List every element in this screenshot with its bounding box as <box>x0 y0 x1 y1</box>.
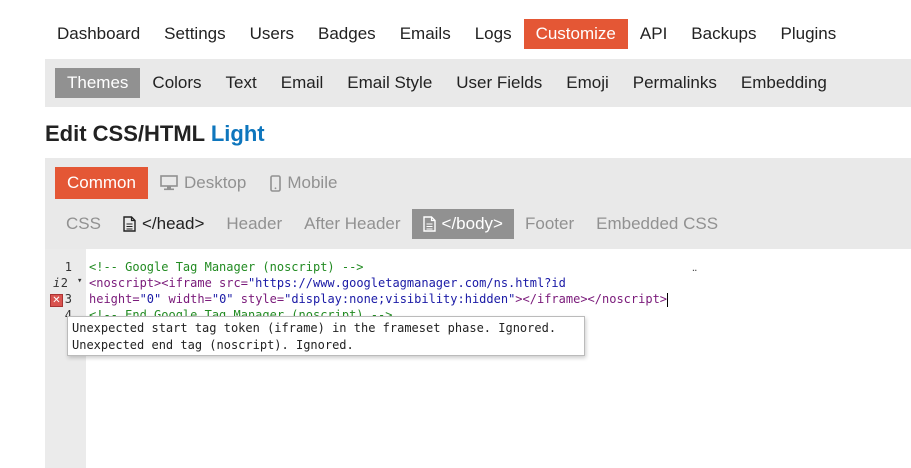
nav-customize[interactable]: Customize <box>523 19 628 49</box>
tab-body[interactable]: </body> <box>411 209 514 239</box>
fold-arrow-icon[interactable]: ▾ <box>77 276 82 286</box>
tab-after-header-label: After Header <box>304 214 401 233</box>
theme-name-link[interactable]: Light <box>211 121 265 146</box>
subnav-permalinks[interactable]: Permalinks <box>621 68 729 98</box>
tab-mobile-label: Mobile <box>287 173 338 192</box>
line-number: 2 <box>60 276 68 290</box>
file-icon <box>123 216 136 232</box>
code-token: height= <box>89 292 140 306</box>
code-token: <noscript> <box>89 276 162 290</box>
admin-nav: Dashboard Settings Users Badges Emails L… <box>45 19 848 49</box>
code-token: width= <box>161 292 212 306</box>
mobile-icon <box>270 174 282 192</box>
tooltip-message-1: Unexpected start tag token (iframe) in t… <box>72 321 557 335</box>
code-line-1: <!-- Google Tag Manager (noscript) --> <box>89 260 364 274</box>
code-token: "display:none;visibility:hidden" <box>284 292 516 306</box>
text-cursor <box>667 292 669 307</box>
nav-dashboard[interactable]: Dashboard <box>45 19 152 49</box>
code-token: src= <box>211 276 248 290</box>
info-icon: i <box>53 276 61 290</box>
desktop-icon <box>160 175 178 191</box>
tab-common-label: Common <box>67 173 136 192</box>
tab-mobile[interactable]: Mobile <box>258 167 349 199</box>
tab-common[interactable]: Common <box>55 167 148 199</box>
tab-embedded-css[interactable]: Embedded CSS <box>585 209 729 239</box>
tooltip-message-2: Unexpected end tag (noscript). Ignored. <box>72 338 354 352</box>
subnav-colors[interactable]: Colors <box>140 68 213 98</box>
code-token: "0" <box>211 292 234 306</box>
page-title-prefix: Edit CSS/HTML <box>45 121 205 146</box>
subnav-user-fields[interactable]: User Fields <box>444 68 554 98</box>
tab-after-header[interactable]: After Header <box>293 209 411 239</box>
tab-css-label: CSS <box>66 214 101 233</box>
tab-head-label: </head> <box>141 214 205 233</box>
nav-users[interactable]: Users <box>238 19 306 49</box>
line-number: 1 <box>64 260 72 274</box>
code-line-3: height="0" width="0" style="display:none… <box>89 292 669 307</box>
tab-header[interactable]: Header <box>215 209 293 239</box>
subnav-email[interactable]: Email <box>269 68 336 98</box>
tab-desktop-label: Desktop <box>183 173 247 192</box>
nav-emails[interactable]: Emails <box>388 19 463 49</box>
code-token: <iframe <box>161 276 212 290</box>
customize-subnav: Themes Colors Text Email Email Style Use… <box>45 59 911 107</box>
error-icon[interactable]: ✕ <box>50 294 63 307</box>
nav-badges[interactable]: Badges <box>306 19 388 49</box>
target-tabs: Common Desktop Mobile <box>55 167 349 199</box>
code-line-2: <noscript><iframe src="https://www.googl… <box>89 276 566 290</box>
subnav-embedding[interactable]: Embedding <box>729 68 839 98</box>
code-token: ></iframe></noscript> <box>515 292 668 306</box>
file-icon <box>422 216 436 232</box>
tab-footer-label: Footer <box>524 214 575 233</box>
subnav-text[interactable]: Text <box>214 68 269 98</box>
tab-body-label: </body> <box>441 214 503 233</box>
subnav-email-style[interactable]: Email Style <box>335 68 444 98</box>
subnav-emoji[interactable]: Emoji <box>554 68 621 98</box>
code-token: "0" <box>139 292 162 306</box>
code-token: "https://www.googletagmanager.com/ns.htm… <box>247 276 566 290</box>
nav-api[interactable]: API <box>628 19 679 49</box>
editor-gutter: 1 i 2 ▾ ✕ 3 4 <box>45 249 86 468</box>
tab-desktop[interactable]: Desktop <box>148 167 258 199</box>
nav-backups[interactable]: Backups <box>679 19 768 49</box>
line-number: 3 <box>64 292 72 306</box>
tab-embedded-css-label: Embedded CSS <box>596 214 719 233</box>
page-title: Edit CSS/HTML Light <box>45 121 265 147</box>
code-editor[interactable]: <!-- Google Tag Manager (noscript) --> <… <box>86 249 911 468</box>
tab-head[interactable]: </head> <box>112 209 215 239</box>
tab-css[interactable]: CSS <box>55 209 112 239</box>
lint-error-tooltip: Unexpected start tag token (iframe) in t… <box>67 316 585 356</box>
nav-logs[interactable]: Logs <box>463 19 524 49</box>
subnav-themes[interactable]: Themes <box>55 68 141 98</box>
tab-footer[interactable]: Footer <box>514 209 585 239</box>
field-tabs: CSS </head> Header After Header </body> <box>55 209 729 239</box>
nav-plugins[interactable]: Plugins <box>769 19 849 49</box>
tab-header-label: Header <box>226 214 283 233</box>
nav-settings[interactable]: Settings <box>152 19 237 49</box>
code-token: style= <box>233 292 285 306</box>
editor-panel: Common Desktop Mobile CSS </head> Header… <box>45 158 911 468</box>
